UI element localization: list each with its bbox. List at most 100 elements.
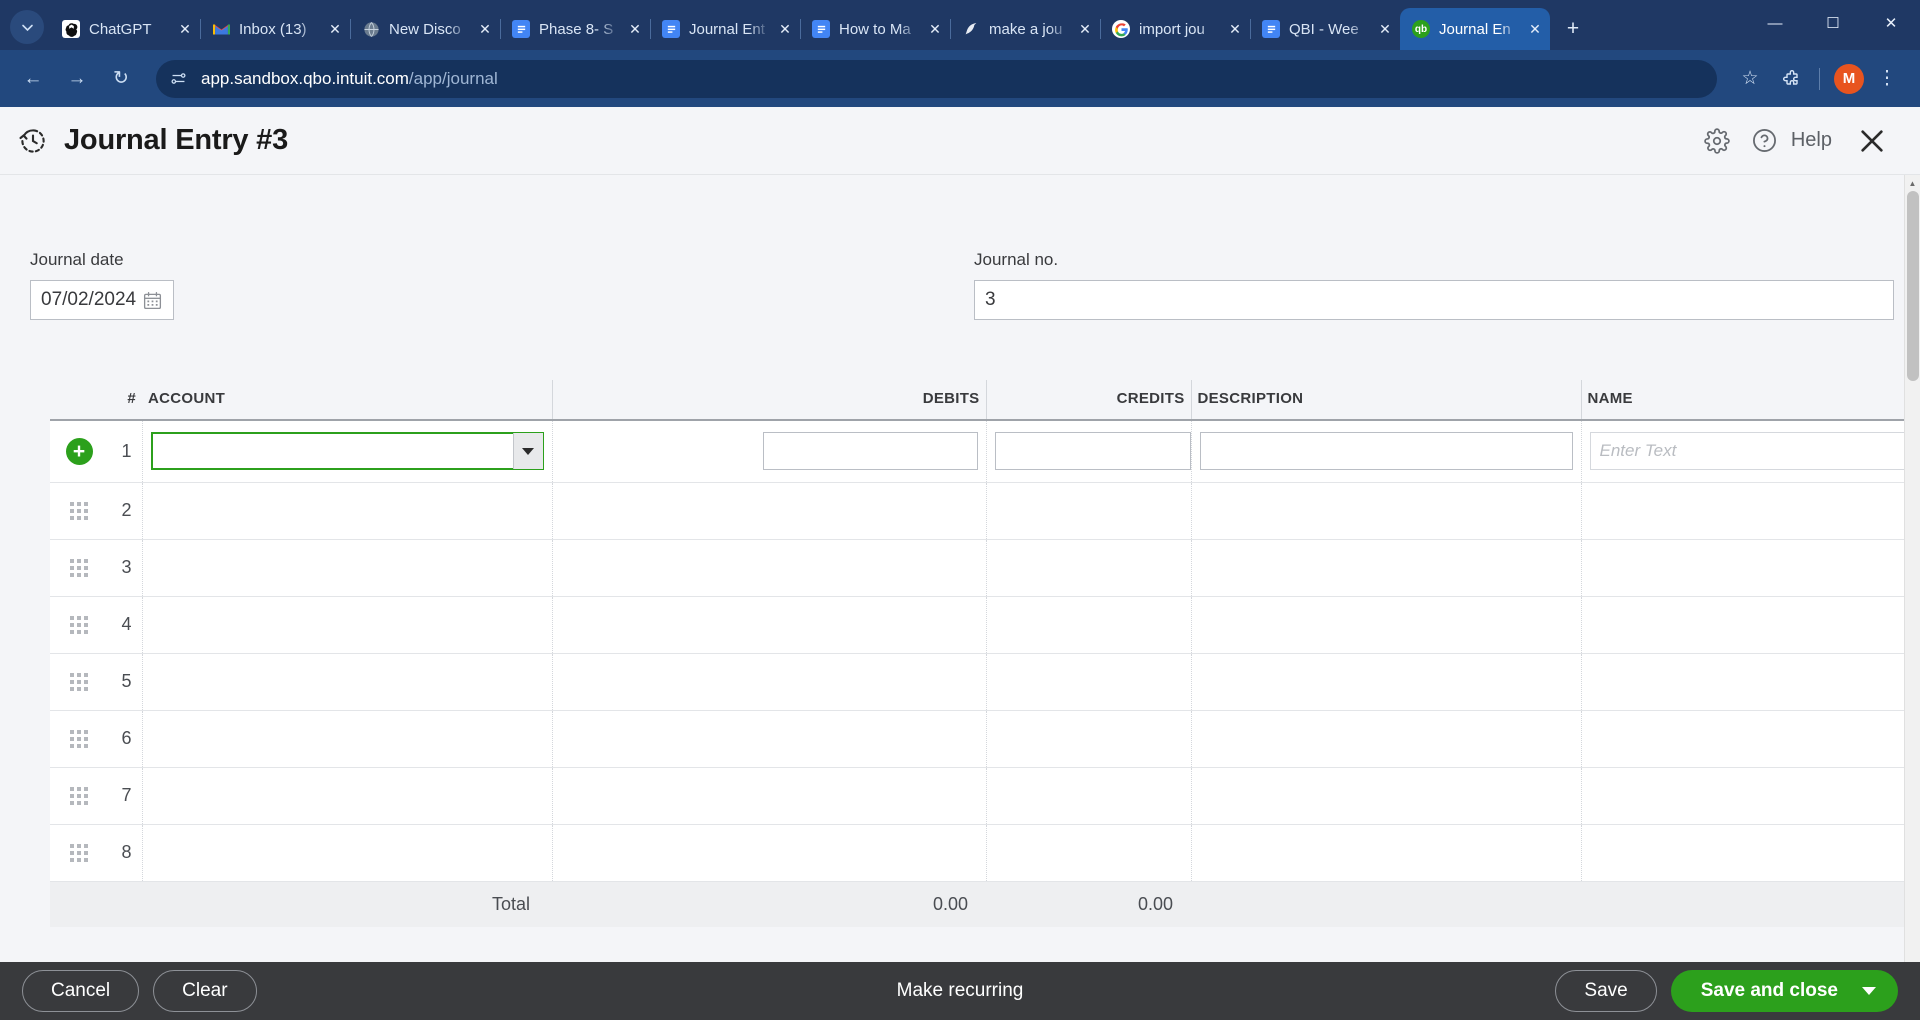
new-tab-button[interactable]: + <box>1558 14 1588 44</box>
drag-handle-icon[interactable] <box>70 615 88 634</box>
debits-cell[interactable] <box>552 482 987 539</box>
description-cell[interactable] <box>1191 596 1582 653</box>
description-cell[interactable] <box>1191 653 1582 710</box>
browser-tab-chatgpt[interactable]: ChatGPT ✕ <box>50 8 200 50</box>
journal-date-input[interactable]: 07/02/2024 <box>30 280 174 320</box>
close-icon[interactable]: ✕ <box>174 18 196 40</box>
close-icon[interactable]: ✕ <box>324 18 346 40</box>
credits-cell[interactable] <box>986 596 1192 653</box>
forward-icon[interactable]: → <box>58 60 96 98</box>
scroll-up-icon[interactable]: ▲ <box>1905 175 1920 191</box>
chevron-down-icon[interactable] <box>512 433 543 470</box>
account-cell[interactable] <box>142 653 553 710</box>
name-cell[interactable] <box>1581 767 1920 824</box>
close-icon[interactable]: ✕ <box>1074 18 1096 40</box>
browser-tab-phase8[interactable]: Phase 8- S ✕ <box>500 8 650 50</box>
window-maximize-button[interactable]: ☐ <box>1804 0 1862 46</box>
credits-cell[interactable] <box>986 767 1192 824</box>
drag-handle-icon[interactable] <box>70 672 88 691</box>
drag-handle-icon[interactable] <box>70 501 88 520</box>
name-cell[interactable] <box>1581 482 1920 539</box>
description-cell[interactable] <box>1191 824 1582 881</box>
name-cell[interactable] <box>1581 653 1920 710</box>
account-cell[interactable] <box>142 596 553 653</box>
description-cell[interactable] <box>1191 539 1582 596</box>
back-icon[interactable]: ← <box>14 60 52 98</box>
plus-circle-icon[interactable]: + <box>65 437 93 465</box>
calendar-icon[interactable] <box>142 290 163 311</box>
close-icon[interactable]: ✕ <box>1524 18 1546 40</box>
debits-cell[interactable] <box>552 653 987 710</box>
description-cell[interactable] <box>1191 482 1582 539</box>
vscroll-thumb[interactable] <box>1907 191 1919 381</box>
bookmark-star-icon[interactable]: ☆ <box>1731 60 1769 98</box>
description-cell[interactable] <box>1191 710 1582 767</box>
browser-tab-qbi-week[interactable]: QBI - Wee ✕ <box>1250 8 1400 50</box>
site-settings-icon[interactable] <box>170 70 187 87</box>
close-icon[interactable]: ✕ <box>774 18 796 40</box>
chatgpt-icon <box>62 20 80 38</box>
account-cell[interactable] <box>142 539 553 596</box>
account-cell[interactable] <box>142 824 553 881</box>
credits-cell[interactable] <box>986 653 1192 710</box>
browser-tab-journal-ent[interactable]: Journal Ent ✕ <box>650 8 800 50</box>
debits-input[interactable] <box>762 432 978 471</box>
browser-tab-how-to-ma[interactable]: How to Ma ✕ <box>800 8 950 50</box>
close-icon[interactable]: ✕ <box>474 18 496 40</box>
name-cell[interactable] <box>1581 710 1920 767</box>
address-bar[interactable]: app.sandbox.qbo.intuit.com/app/journal <box>156 59 1717 98</box>
credits-input[interactable] <box>994 432 1191 471</box>
debits-cell[interactable] <box>552 596 987 653</box>
gear-icon[interactable] <box>1695 119 1739 163</box>
description-cell[interactable] <box>1191 767 1582 824</box>
close-icon[interactable] <box>1846 115 1898 167</box>
debits-cell[interactable] <box>552 824 987 881</box>
browser-tab-inbox[interactable]: Inbox (13) ✕ <box>200 8 350 50</box>
credits-cell[interactable] <box>986 710 1192 767</box>
browser-menu-icon[interactable]: ⋮ <box>1868 60 1906 98</box>
description-input[interactable] <box>1199 432 1573 471</box>
avatar[interactable]: M <box>1834 63 1864 94</box>
help-circle-icon[interactable] <box>1743 119 1787 163</box>
name-select[interactable]: Enter Text <box>1589 432 1920 471</box>
drag-handle-icon[interactable] <box>70 786 88 805</box>
name-cell[interactable] <box>1581 824 1920 881</box>
journal-no-field: Journal no. 3 <box>974 250 1894 320</box>
drag-handle-icon[interactable] <box>70 558 88 577</box>
debits-cell[interactable] <box>552 710 987 767</box>
browser-tab-import-jou[interactable]: import jou ✕ <box>1100 8 1250 50</box>
browser-tab-journal-en-active[interactable]: qb Journal En ✕ <box>1400 8 1550 50</box>
save-button[interactable]: Save <box>1555 970 1657 1012</box>
debits-cell[interactable] <box>552 539 987 596</box>
close-icon[interactable]: ✕ <box>624 18 646 40</box>
credits-cell[interactable] <box>986 824 1192 881</box>
account-select[interactable] <box>150 432 544 471</box>
account-cell[interactable] <box>142 767 553 824</box>
help-label[interactable]: Help <box>1791 129 1832 152</box>
save-and-close-button[interactable]: Save and close <box>1670 970 1898 1012</box>
window-close-button[interactable]: ✕ <box>1862 0 1920 46</box>
drag-handle-icon[interactable] <box>70 843 88 862</box>
browser-tab-make-a-jou[interactable]: make a jou ✕ <box>950 8 1100 50</box>
clear-button[interactable]: Clear <box>153 970 257 1012</box>
name-cell[interactable] <box>1581 539 1920 596</box>
drag-handle-icon[interactable] <box>70 729 88 748</box>
cancel-button[interactable]: Cancel <box>22 970 140 1012</box>
tab-search-button[interactable] <box>10 10 44 44</box>
name-cell[interactable] <box>1581 596 1920 653</box>
debits-cell[interactable] <box>552 767 987 824</box>
account-cell[interactable] <box>142 482 553 539</box>
close-icon[interactable]: ✕ <box>1224 18 1246 40</box>
credits-cell[interactable] <box>986 539 1192 596</box>
reload-icon[interactable]: ↻ <box>102 60 140 98</box>
journal-no-input[interactable]: 3 <box>974 280 1894 320</box>
credits-cell[interactable] <box>986 482 1192 539</box>
browser-tab-new-disco[interactable]: New Disco ✕ <box>350 8 500 50</box>
close-icon[interactable]: ✕ <box>1374 18 1396 40</box>
extensions-icon[interactable] <box>1773 60 1811 98</box>
window-minimize-button[interactable]: — <box>1746 0 1804 46</box>
close-icon[interactable]: ✕ <box>924 18 946 40</box>
vertical-scrollbar[interactable]: ▲ ▼ <box>1904 175 1920 1020</box>
chevron-down-icon[interactable] <box>1862 987 1876 995</box>
account-cell[interactable] <box>142 710 553 767</box>
